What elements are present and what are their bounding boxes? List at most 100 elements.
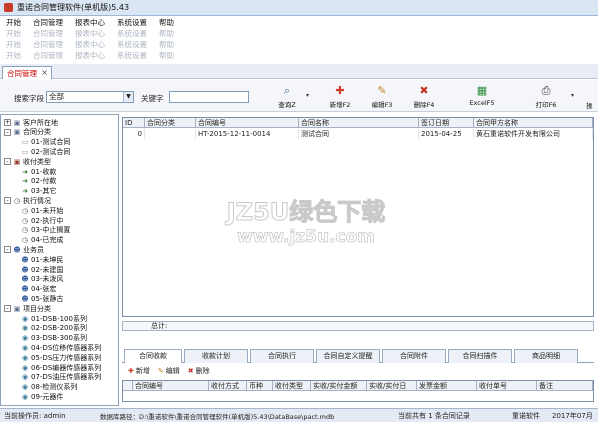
tree-node[interactable]: ◉ 05-DS压力传感器系列	[21, 353, 101, 362]
tree-node-label: 执行情况	[23, 196, 51, 205]
tree-node[interactable]: ◷ 02-执行中	[21, 216, 64, 225]
column-header[interactable]: 签订日期	[419, 118, 474, 128]
search-icon: ⌕	[283, 84, 291, 97]
edit-button[interactable]: ✎ 编辑F3	[362, 83, 402, 111]
tree-node[interactable]: - ▣ 合同分类	[4, 128, 51, 137]
column-header[interactable]: 合同编号	[196, 118, 299, 128]
tree-node[interactable]: ☻ 01-未坤民	[21, 255, 63, 264]
total-label: 总计:	[151, 322, 168, 330]
add-button[interactable]: ✚ 新增F2	[320, 83, 360, 111]
tab-contract-receipts[interactable]: 合同收款	[124, 349, 182, 363]
menu-report[interactable]: 报表中心	[75, 17, 105, 28]
tree-node[interactable]: ◉ 07-DS油压传感器系列	[21, 373, 101, 382]
column-header[interactable]: 合同分类	[145, 118, 196, 128]
users-icon: ☻	[13, 245, 21, 254]
tab-scans[interactable]: 合同扫描件	[448, 349, 512, 363]
tree-node-label: 02-付款	[31, 177, 57, 186]
menu-bar-ghost: 开始 合同管理 报表中心 系统设置 帮助	[0, 28, 598, 39]
tree-node[interactable]: ☻ 02-未建国	[21, 265, 63, 274]
tree-node[interactable]: ➜ 02-付款	[21, 177, 56, 186]
item-icon: ◉	[21, 353, 29, 362]
tree-node[interactable]: ◉ 03-DSB-300系列	[21, 334, 87, 343]
menu-bar-ghost: 开始 合同管理 报表中心 系统设置 帮助	[0, 50, 598, 61]
column-header[interactable]: 发票金额	[417, 381, 477, 391]
delete-label: 删除F4	[413, 101, 435, 109]
detail-add-button[interactable]: ✚ 新增	[128, 366, 150, 376]
column-header[interactable]: 收付单号	[477, 381, 537, 391]
tree-node[interactable]: ☻ 03-未泼风	[21, 275, 63, 284]
collapse-icon[interactable]: -	[4, 197, 11, 205]
tree-node[interactable]: ◉ 02-DSB-200系列	[21, 324, 87, 333]
menu-help[interactable]: 帮助	[159, 17, 174, 28]
print-button[interactable]: ⎙ 打印F6	[526, 83, 566, 111]
tree-node[interactable]: ◉ 01-DSB-100系列	[21, 314, 87, 323]
close-icon[interactable]: ×	[41, 68, 48, 77]
collapse-icon[interactable]: -	[4, 246, 11, 254]
tree-node[interactable]: ▭ 01-测试合同	[21, 138, 71, 147]
tree-node[interactable]: ◉ 06-DS编器传感器系列	[21, 363, 101, 372]
expand-icon[interactable]: +	[4, 119, 11, 126]
item-icon: ◉	[21, 314, 29, 323]
menu-contract[interactable]: 合同管理	[33, 17, 63, 28]
excel-button[interactable]: ▦ ExcelF5	[462, 83, 502, 111]
column-header[interactable]: 备注	[537, 381, 593, 391]
collapse-icon[interactable]: -	[4, 158, 11, 166]
tree-node[interactable]: - ▣ 收付类型	[4, 157, 51, 166]
tree-node[interactable]: ▭ 02-测试合同	[21, 147, 71, 156]
column-header[interactable]: 币种	[247, 381, 273, 391]
tree-node[interactable]: - ◷ 执行情况	[4, 196, 51, 205]
column-header[interactable]: 实收/实付日	[367, 381, 417, 391]
menu-start[interactable]: 开始	[6, 17, 21, 28]
tree-node[interactable]: - ☻ 业务员	[4, 245, 44, 254]
tab-goods-detail[interactable]: 商品明细	[514, 349, 578, 363]
tree-node[interactable]: ◉ 08-检测仪系列	[21, 383, 78, 392]
chevron-down-icon[interactable]: ▾	[306, 92, 309, 99]
folder-icon: ▣	[13, 118, 21, 127]
tab-contract-management[interactable]: 合同管理 ×	[2, 66, 52, 79]
tree-node[interactable]: ◉ 09-元器件	[21, 392, 64, 401]
detail-edit-button[interactable]: ✎ 编辑	[158, 366, 180, 376]
query-button[interactable]: ⌕ 查询Z	[267, 83, 307, 111]
collapse-icon[interactable]: -	[4, 128, 11, 136]
tree-node-label: 01-DSB-100系列	[31, 314, 87, 323]
tab-custom-reminder[interactable]: 合同自定义提醒	[316, 349, 380, 363]
tab-contract-execution[interactable]: 合同执行	[250, 349, 314, 363]
detail-delete-button[interactable]: ✖ 删除	[188, 366, 210, 376]
column-header[interactable]: ID	[123, 118, 145, 128]
column-header[interactable]: 收付方式	[209, 381, 247, 391]
tree-node-label: 08-检测仪系列	[31, 383, 78, 392]
keyword-label: 关键字	[141, 94, 164, 103]
tree-node[interactable]: ◉ 04-DS位移传感器系列	[21, 343, 101, 352]
chevron-down-icon[interactable]: ▾	[571, 92, 574, 99]
column-header[interactable]: 合同名称	[299, 118, 419, 128]
tree-node[interactable]: ➜ 03-其它	[21, 187, 56, 196]
tree-node-label: 04-DS位移传感器系列	[31, 343, 102, 352]
tree-node[interactable]: ◷ 03-中止搁置	[21, 226, 71, 235]
tree-node-label: 收付类型	[23, 157, 51, 166]
menu-settings[interactable]: 系统设置	[117, 17, 147, 28]
status-date: 2017年07月	[552, 412, 593, 420]
tree-node[interactable]: ➜ 01-收款	[21, 167, 56, 176]
delete-button[interactable]: ✖ 删除F4	[404, 83, 444, 111]
tree-node[interactable]: ☻ 05-张静古	[21, 294, 63, 303]
tree-node[interactable]: - ▣ 项目分类	[4, 304, 51, 313]
keyword-input[interactable]	[169, 91, 249, 103]
document-tab-strip: 合同管理 ×	[0, 64, 598, 79]
tab-attachments[interactable]: 合同附件	[382, 349, 446, 363]
tab-receipt-plan[interactable]: 收款计划	[184, 349, 248, 363]
ghost-menu-help: 帮助	[159, 40, 174, 49]
chevron-down-icon[interactable]: ▼	[123, 92, 133, 102]
delete-icon: ✖	[187, 367, 194, 375]
tree-node[interactable]: + ▣ 客户所在地	[4, 118, 58, 127]
column-header[interactable]: 收付类型	[273, 381, 311, 391]
tree-node[interactable]: ☻ 04-张宏	[21, 285, 56, 294]
column-header[interactable]: 合同甲方名称	[474, 118, 593, 128]
more-label[interactable]: 操	[586, 100, 593, 110]
collapse-icon[interactable]: -	[4, 305, 11, 313]
tree-node[interactable]: ◷ 04-已完成	[21, 236, 64, 245]
search-field-select[interactable]: 全部 ▼	[46, 91, 134, 103]
column-header[interactable]: 合同编号	[133, 381, 209, 391]
tree-node[interactable]: ◷ 01-未开始	[21, 206, 64, 215]
column-header[interactable]: 实收/实付金额	[311, 381, 367, 391]
item-icon: ◉	[21, 383, 29, 392]
